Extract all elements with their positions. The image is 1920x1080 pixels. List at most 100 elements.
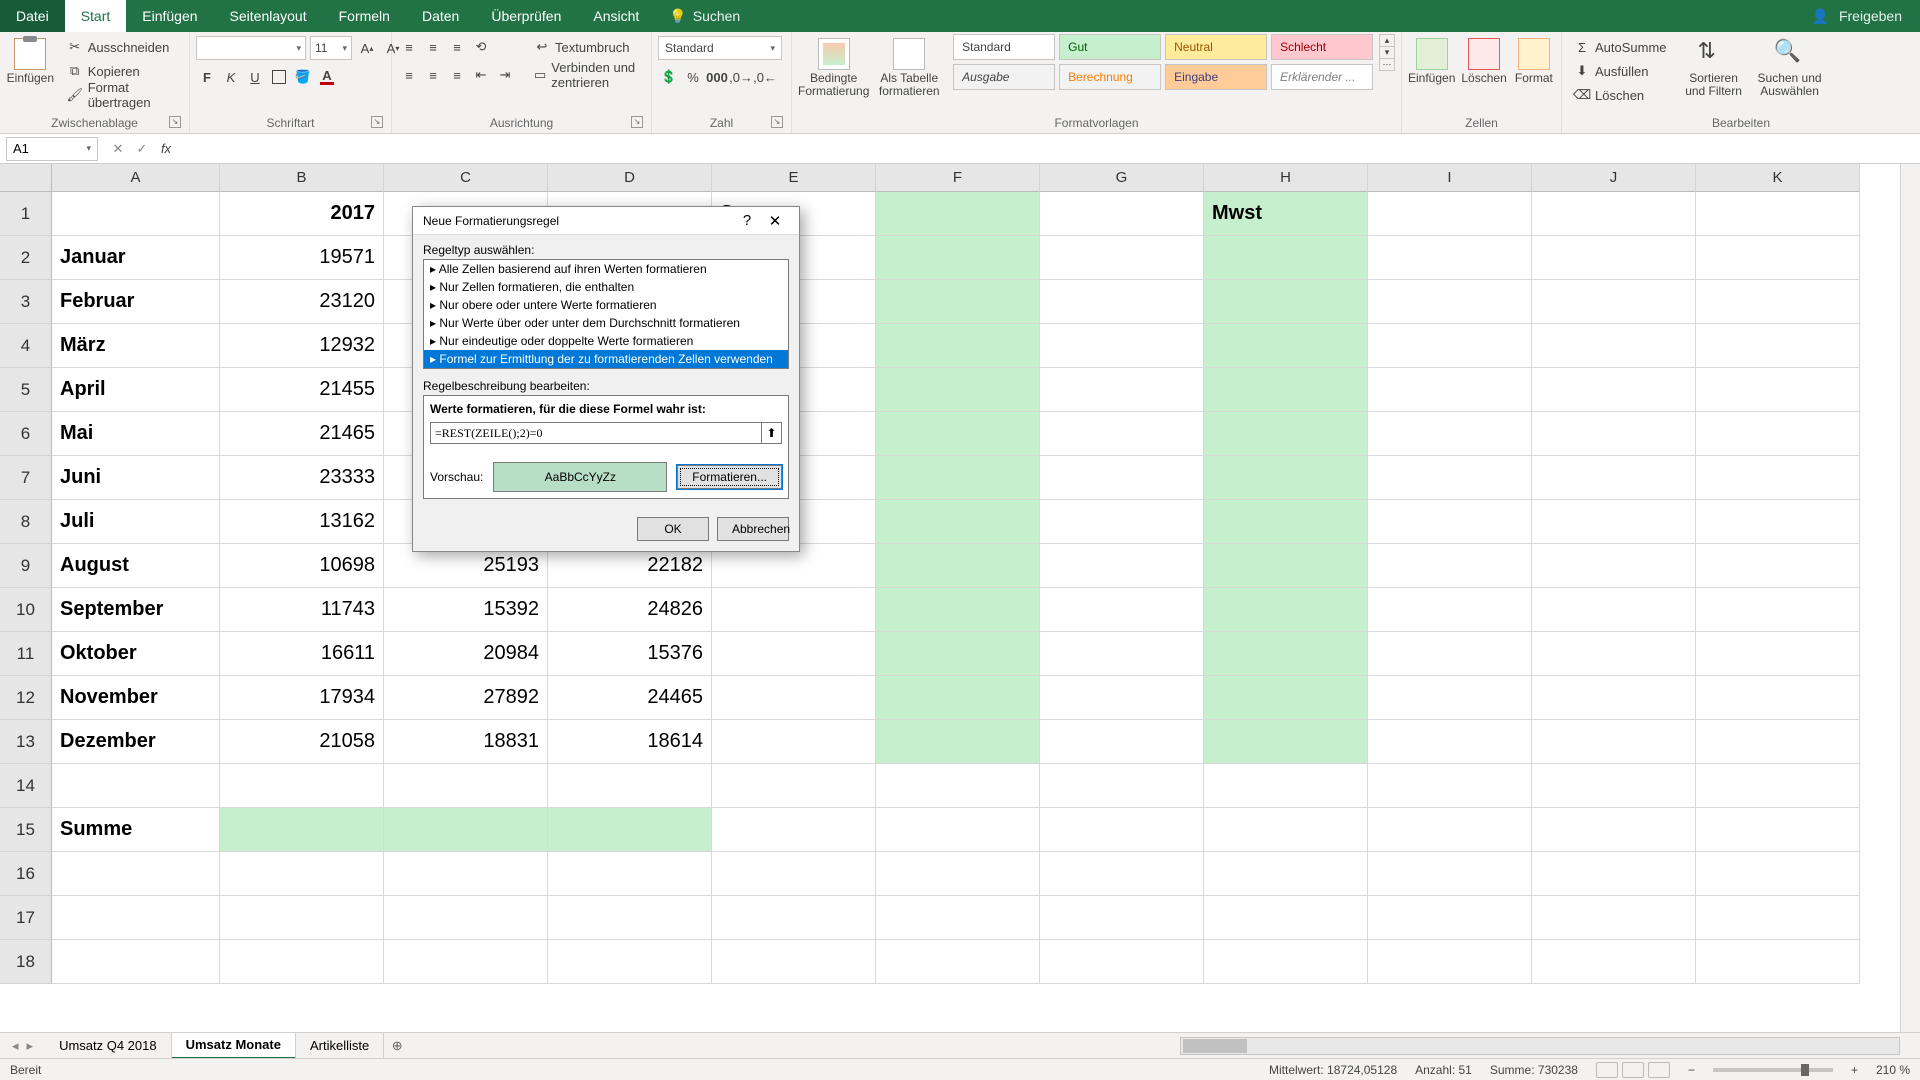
cell[interactable]: 13162 (220, 500, 384, 544)
style-ausgabe[interactable]: Ausgabe (953, 64, 1055, 90)
cell[interactable] (220, 808, 384, 852)
cell[interactable] (384, 852, 548, 896)
cell[interactable] (1368, 632, 1532, 676)
zoom-out-button[interactable]: − (1688, 1063, 1695, 1077)
cell[interactable] (876, 412, 1040, 456)
cell[interactable] (1696, 764, 1860, 808)
col-header[interactable]: C (384, 164, 548, 192)
cell[interactable]: 20984 (384, 632, 548, 676)
style-standard[interactable]: Standard (953, 34, 1055, 60)
formula-input[interactable] (430, 422, 762, 444)
format-painter-button[interactable]: 🖌Format übertragen (61, 84, 183, 106)
cell[interactable] (1532, 324, 1696, 368)
row-header[interactable]: 13 (0, 720, 52, 764)
cell[interactable] (1696, 896, 1860, 940)
decrease-indent-button[interactable]: ⇤ (470, 64, 492, 86)
style-berechnung[interactable]: Berechnung (1059, 64, 1161, 90)
cell[interactable]: 2017 (220, 192, 384, 236)
align-center-button[interactable]: ≡ (422, 64, 444, 86)
cell[interactable] (712, 764, 876, 808)
row-header[interactable]: 16 (0, 852, 52, 896)
cell[interactable] (1532, 236, 1696, 280)
cell[interactable]: Dezember (52, 720, 220, 764)
col-header[interactable]: D (548, 164, 712, 192)
cell[interactable] (1532, 676, 1696, 720)
cell[interactable] (1368, 676, 1532, 720)
cell[interactable] (712, 940, 876, 984)
cell[interactable] (1040, 676, 1204, 720)
row-header[interactable]: 10 (0, 588, 52, 632)
cell[interactable] (220, 764, 384, 808)
cell[interactable] (1040, 456, 1204, 500)
col-header[interactable]: B (220, 164, 384, 192)
cell[interactable] (1204, 412, 1368, 456)
style-neutral[interactable]: Neutral (1165, 34, 1267, 60)
cell[interactable] (1696, 192, 1860, 236)
cell[interactable] (712, 852, 876, 896)
cell[interactable] (1696, 500, 1860, 544)
cell[interactable] (1204, 896, 1368, 940)
cell[interactable] (1204, 280, 1368, 324)
cell[interactable] (876, 280, 1040, 324)
cell[interactable] (1532, 764, 1696, 808)
orientation-button[interactable]: ⟲ (470, 36, 492, 58)
align-right-button[interactable]: ≡ (446, 64, 468, 86)
cell[interactable] (1040, 192, 1204, 236)
cell[interactable] (1532, 808, 1696, 852)
cell[interactable]: September (52, 588, 220, 632)
cell[interactable] (876, 456, 1040, 500)
cell[interactable] (1040, 324, 1204, 368)
style-erklaerend[interactable]: Erklärender ... (1271, 64, 1373, 90)
wrap-text-button[interactable]: ↩Textumbruch (528, 36, 645, 58)
cell[interactable] (876, 324, 1040, 368)
cell[interactable] (1532, 896, 1696, 940)
cell[interactable]: 23333 (220, 456, 384, 500)
cell[interactable] (1368, 500, 1532, 544)
cell[interactable] (876, 368, 1040, 412)
number-format-select[interactable]: Standard▾ (658, 36, 782, 60)
cell[interactable] (52, 764, 220, 808)
row-header[interactable]: 17 (0, 896, 52, 940)
sheet-tab-active[interactable]: Umsatz Monate (172, 1033, 296, 1059)
cell[interactable] (1696, 940, 1860, 984)
cell[interactable] (1204, 940, 1368, 984)
insert-cells-button[interactable]: Einfügen (1408, 34, 1455, 85)
cell[interactable] (1040, 544, 1204, 588)
cell[interactable] (712, 808, 876, 852)
cell[interactable] (220, 940, 384, 984)
cell[interactable] (1532, 500, 1696, 544)
cell[interactable] (548, 940, 712, 984)
cell[interactable]: 11743 (220, 588, 384, 632)
cell[interactable]: 21455 (220, 368, 384, 412)
cell[interactable]: April (52, 368, 220, 412)
cell[interactable] (384, 940, 548, 984)
cell[interactable] (876, 632, 1040, 676)
sheet-tab[interactable]: Artikelliste (296, 1033, 384, 1059)
cell[interactable] (1204, 808, 1368, 852)
cell[interactable] (1368, 324, 1532, 368)
paste-button[interactable]: Einfügen (6, 34, 55, 85)
cell[interactable]: 21058 (220, 720, 384, 764)
increase-decimal-button[interactable]: ,0→ (730, 66, 752, 88)
row-header[interactable]: 9 (0, 544, 52, 588)
row-header[interactable]: 12 (0, 676, 52, 720)
cell[interactable] (1204, 236, 1368, 280)
cell[interactable] (1204, 720, 1368, 764)
cell[interactable] (876, 764, 1040, 808)
cell[interactable] (1040, 236, 1204, 280)
view-pagebreak-button[interactable] (1648, 1062, 1670, 1078)
view-pagelayout-button[interactable] (1622, 1062, 1644, 1078)
sheet-tab[interactable]: Umsatz Q4 2018 (45, 1033, 172, 1059)
cell[interactable]: Juli (52, 500, 220, 544)
row-header[interactable]: 8 (0, 500, 52, 544)
rule-option[interactable]: ▸ Nur eindeutige oder doppelte Werte for… (424, 332, 788, 350)
underline-button[interactable]: U (244, 66, 266, 88)
cell[interactable] (876, 544, 1040, 588)
cell[interactable] (1532, 280, 1696, 324)
cell[interactable] (1696, 368, 1860, 412)
row-header[interactable]: 6 (0, 412, 52, 456)
style-eingabe[interactable]: Eingabe (1165, 64, 1267, 90)
italic-button[interactable]: K (220, 66, 242, 88)
cell[interactable] (1532, 852, 1696, 896)
col-header[interactable]: K (1696, 164, 1860, 192)
